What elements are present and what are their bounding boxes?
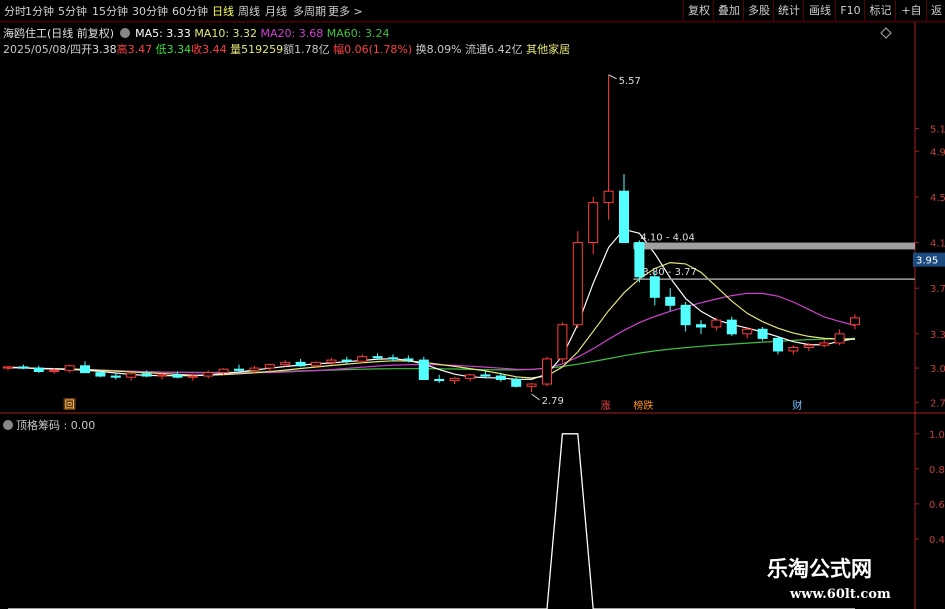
candle-body bbox=[480, 374, 491, 377]
marker-rest: 回 bbox=[65, 399, 75, 411]
candle-body bbox=[172, 374, 183, 378]
candle-body bbox=[742, 328, 753, 335]
candle-body bbox=[249, 367, 260, 371]
candle-body bbox=[834, 333, 845, 344]
candle-body bbox=[372, 356, 383, 359]
indicator-tick-label: 1.0 bbox=[929, 430, 945, 441]
candle-body bbox=[295, 361, 306, 367]
candle-body bbox=[234, 368, 244, 371]
watermark-title: 乐淘公式网 bbox=[767, 557, 872, 581]
candle-body bbox=[388, 357, 398, 360]
candle-body bbox=[526, 383, 537, 387]
candle-body bbox=[803, 344, 814, 349]
candle-body bbox=[711, 319, 722, 328]
candle-body bbox=[434, 378, 445, 382]
candle-body bbox=[80, 365, 90, 374]
candle-body bbox=[557, 324, 568, 360]
candle-body bbox=[788, 347, 799, 352]
candle-body bbox=[311, 361, 321, 367]
marker-zhang: 涨 bbox=[601, 400, 611, 412]
candle-body bbox=[757, 328, 768, 339]
indicator-tick-label: 0.8 bbox=[929, 465, 945, 476]
candle-body bbox=[850, 317, 860, 326]
level-2-label: 3.80 - 3.77 bbox=[642, 267, 697, 278]
candle-body bbox=[418, 359, 429, 380]
candle-body bbox=[603, 190, 614, 204]
diamond-icon[interactable] bbox=[880, 27, 892, 39]
candle-body bbox=[187, 375, 198, 378]
indicator-tick-label: 0.4 bbox=[929, 535, 945, 546]
candle-body bbox=[665, 296, 676, 306]
candle-body bbox=[773, 337, 783, 352]
candle-body bbox=[95, 372, 106, 377]
indicator-tick-label: 0.6 bbox=[929, 500, 945, 511]
candle-body bbox=[572, 242, 583, 326]
candle-body bbox=[542, 358, 552, 385]
candle-body bbox=[680, 304, 691, 326]
candle-body bbox=[157, 374, 167, 377]
candle-body bbox=[64, 365, 75, 371]
price-tick-label: 4.9 bbox=[930, 147, 945, 158]
candle-body bbox=[110, 375, 121, 378]
kline-chart[interactable]: 5.1 4.9 4.5 4.1 3.7 3.3 3.0 2.7 1.0 0.8 0.6 0.4 5.57… bbox=[0, 0, 945, 609]
high-pointer bbox=[608, 74, 617, 80]
candle-body bbox=[726, 319, 737, 335]
marker-bang-die: 榜跌 bbox=[633, 399, 653, 412]
candle-body bbox=[33, 367, 44, 372]
candle-body bbox=[326, 359, 337, 363]
indicator-line bbox=[8, 433, 855, 609]
candle-body bbox=[511, 378, 522, 387]
candle-body bbox=[141, 373, 152, 377]
watermark-url: www.60lt.com bbox=[790, 587, 891, 602]
candle-body bbox=[588, 202, 599, 244]
high-price-label: 5.57 bbox=[619, 76, 641, 87]
candle-body bbox=[280, 361, 291, 366]
price-tick-label: 2.7 bbox=[930, 398, 945, 409]
candle-body bbox=[264, 364, 275, 369]
candle-body bbox=[341, 359, 352, 362]
price-tick-label: 5.1 bbox=[930, 124, 945, 135]
current-price-value: 3.95 bbox=[916, 256, 938, 267]
price-tick-label: 4.1 bbox=[930, 239, 945, 250]
level-band-1 bbox=[633, 242, 915, 250]
candle-body bbox=[126, 373, 137, 378]
candle-body bbox=[619, 190, 629, 244]
price-tick-label: 3.3 bbox=[930, 330, 945, 341]
low-price-label: 2.79 bbox=[542, 396, 564, 407]
candle-body bbox=[449, 377, 460, 382]
candle-body bbox=[465, 374, 475, 379]
candle-body bbox=[403, 358, 414, 361]
level-1-label: 4.10 - 4.04 bbox=[640, 233, 695, 244]
candle-body bbox=[495, 375, 506, 380]
price-tick-label: 3.7 bbox=[930, 284, 945, 295]
candle-body bbox=[819, 342, 830, 346]
price-tick-label: 4.5 bbox=[930, 193, 945, 204]
candle-body bbox=[18, 366, 29, 369]
price-tick-label: 3.0 bbox=[930, 364, 945, 375]
candle-body bbox=[218, 368, 229, 374]
candle-body bbox=[357, 356, 368, 362]
candle-body bbox=[3, 366, 13, 369]
candle-body bbox=[649, 276, 660, 298]
marker-cai: 财 bbox=[792, 399, 802, 412]
ma5-line bbox=[7, 228, 856, 380]
candle-body bbox=[203, 372, 214, 377]
candle-body bbox=[696, 324, 706, 328]
candle-body bbox=[49, 369, 60, 372]
low-pointer bbox=[531, 393, 540, 401]
